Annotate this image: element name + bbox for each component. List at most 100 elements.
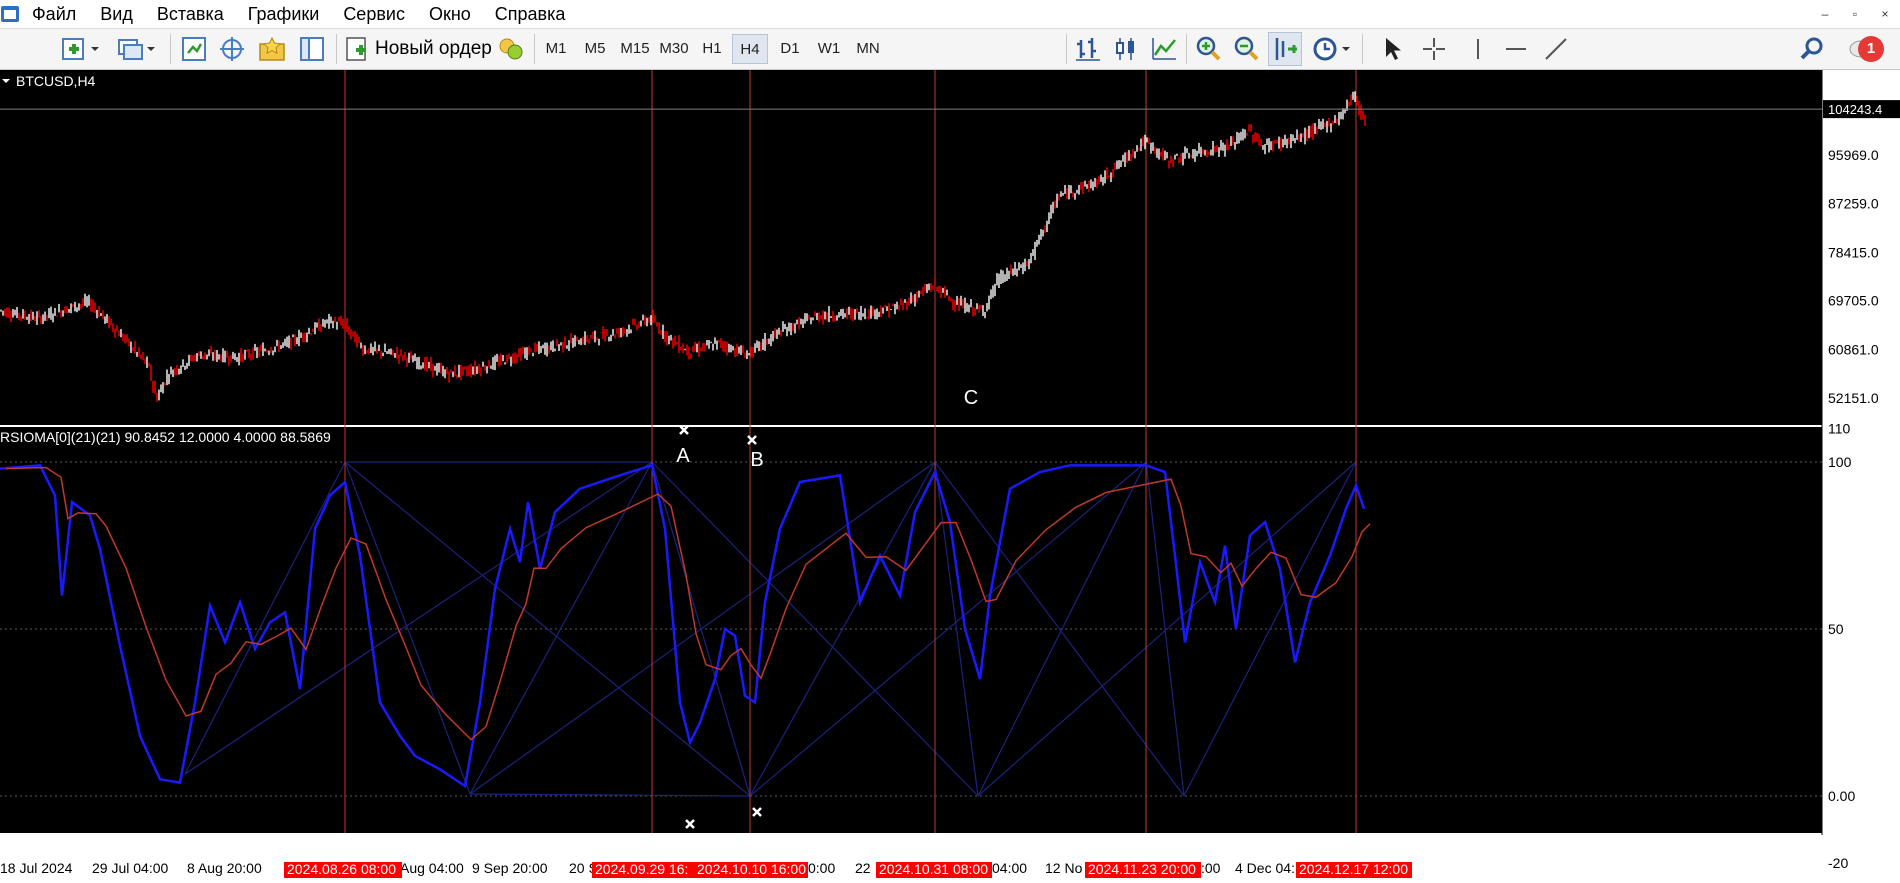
- timeframe-h1[interactable]: H1: [698, 34, 726, 64]
- periods-button[interactable]: [1310, 32, 1354, 66]
- menu-insert[interactable]: Вставка: [145, 0, 236, 28]
- notifications-button[interactable]: 1: [1832, 32, 1892, 66]
- date-axis-label: 9 Sep 20:00: [472, 860, 548, 876]
- cursor-arrow-icon: [1386, 38, 1401, 60]
- candlestick-button[interactable]: [1110, 32, 1142, 66]
- date-axis-label: 0:00: [808, 860, 835, 876]
- favorites-button[interactable]: [256, 32, 288, 66]
- search-icon: [1800, 37, 1823, 60]
- date-axis-label: Aug 04:00: [400, 860, 464, 876]
- line-chart-icon: [1152, 38, 1176, 60]
- menu-window[interactable]: Окно: [417, 0, 483, 28]
- highlighted-date: 2024.10.31 08:00: [879, 861, 988, 877]
- date-axis-label: 12 No: [1045, 860, 1083, 876]
- menu-bar: Файл Вид Вставка Графики Сервис Окно Спр…: [0, 0, 1900, 29]
- price-axis-label: 60861.0: [1828, 342, 1879, 358]
- profiles-button[interactable]: [114, 32, 158, 66]
- menu-tools[interactable]: Сервис: [331, 0, 417, 28]
- timeframe-mn[interactable]: MN: [852, 34, 884, 64]
- current-price-label: 104243.4: [1828, 102, 1882, 117]
- new-chart-button[interactable]: [58, 32, 102, 66]
- vertical-line-tool-button[interactable]: [1464, 32, 1492, 66]
- indicator-point-label-a: A: [682, 837, 696, 859]
- date-axis-label: 8 Aug 20:00: [187, 860, 262, 876]
- toolbar-separator: [1186, 34, 1187, 64]
- main-menu: Файл Вид Вставка Графики Сервис Окно Спр…: [8, 0, 577, 28]
- coins-icon: [499, 38, 523, 60]
- toolbar-separator: [534, 34, 535, 64]
- zoom-out-icon: [1234, 36, 1259, 61]
- market-watch-button[interactable]: [178, 32, 210, 66]
- new-order-label: Новый ордер: [375, 38, 492, 59]
- chart-canvas[interactable]: A B C A B C BTCUSD,H4 RSIOMA[0](21)(21) …: [0, 70, 1900, 883]
- zoom-in-button[interactable]: [1192, 32, 1224, 66]
- date-axis-label: :00: [1201, 860, 1221, 876]
- market-watch-icon: [182, 37, 206, 61]
- price-axis-label: 52151.0: [1828, 390, 1879, 406]
- timeframe-h4[interactable]: H4: [732, 34, 768, 64]
- bar-chart-button[interactable]: [1072, 32, 1104, 66]
- price-axis-label: 78415.0: [1828, 244, 1879, 260]
- timeframe-m30[interactable]: M30: [656, 34, 692, 64]
- restore-button[interactable]: ▫: [1840, 0, 1870, 28]
- horizontal-line-tool-button[interactable]: [1500, 32, 1532, 66]
- zoom-out-button[interactable]: [1230, 32, 1262, 66]
- timeframe-m1[interactable]: M1: [542, 34, 570, 64]
- menu-charts[interactable]: Графики: [236, 0, 332, 28]
- search-button[interactable]: [1796, 32, 1828, 66]
- timeframe-w1[interactable]: W1: [814, 34, 844, 64]
- navigator-button[interactable]: [216, 32, 248, 66]
- indicator-point-label-b: B: [749, 831, 762, 853]
- symbol-label: BTCUSD,H4: [16, 73, 96, 89]
- trendline-icon: [1545, 38, 1567, 60]
- indicator-panel-background: [0, 427, 1822, 833]
- timeframe-d1[interactable]: D1: [776, 34, 804, 64]
- price-panel-background: [0, 70, 1822, 425]
- candlestick-icon: [1116, 38, 1134, 60]
- indicator-axis-label: 110: [1828, 421, 1851, 437]
- indicator-axis-label: 50: [1828, 621, 1844, 637]
- highlighted-date: 2024.11.23 20:00: [1088, 861, 1196, 877]
- indicator-axis-label: 100: [1828, 454, 1852, 470]
- menu-view[interactable]: Вид: [88, 0, 145, 28]
- line-chart-button[interactable]: [1148, 32, 1180, 66]
- toolbar-separator: [1066, 34, 1067, 64]
- toolbar-separator: [1362, 34, 1363, 64]
- highlighted-date: 2024.08.26 08:00: [287, 861, 396, 877]
- close-button[interactable]: ×: [1870, 0, 1900, 28]
- star-folder-icon: [259, 36, 285, 61]
- indicator-axis-label: -20: [1828, 855, 1848, 871]
- crosshair-tool-button[interactable]: [1418, 32, 1450, 66]
- menu-file[interactable]: Файл: [8, 0, 88, 28]
- timeframe-m5[interactable]: M5: [580, 34, 610, 64]
- price-point-label-c: C: [964, 387, 978, 409]
- price-point-label-b: B: [750, 449, 763, 471]
- toolbar: Новый ордер M1 M5 M15 M30 H1 H4 D1 W1 MN: [0, 29, 1900, 70]
- panel-divider[interactable]: [0, 425, 1822, 427]
- date-axis-label: 4 Dec 04:: [1235, 860, 1295, 876]
- trendline-tool-button[interactable]: [1540, 32, 1572, 66]
- highlighted-date: 2024.12.17 12:00: [1299, 861, 1408, 877]
- timeframe-m15[interactable]: M15: [618, 34, 652, 64]
- time-axis-divider: [0, 833, 1822, 835]
- date-axis-label: 18 Jul 2024: [0, 860, 73, 876]
- minimize-button[interactable]: –: [1810, 0, 1840, 28]
- autoscroll-button[interactable]: [1268, 32, 1302, 66]
- window-panel-icon: [300, 37, 324, 61]
- terminal-button[interactable]: [296, 32, 328, 66]
- profiles-icon: [118, 39, 155, 60]
- right-axis-background: [1822, 70, 1900, 883]
- highlighted-date: 2024.10.10 16:00: [697, 861, 806, 877]
- new-chart-icon: [62, 38, 99, 60]
- toolbar-separator: [170, 34, 171, 64]
- vertical-line-icon: [1477, 39, 1479, 59]
- menu-help[interactable]: Справка: [483, 0, 578, 28]
- toolbar-separator: [336, 34, 337, 64]
- cursor-tool-button[interactable]: [1376, 32, 1408, 66]
- bar-chart-icon: [1076, 38, 1100, 61]
- indicator-label: RSIOMA[0](21)(21) 90.8452 12.0000 4.0000…: [0, 429, 331, 445]
- chart-window[interactable]: A B C A B C BTCUSD,H4 RSIOMA[0](21)(21) …: [0, 70, 1900, 883]
- new-order-icon: [346, 37, 366, 61]
- date-axis-label: 04:00: [992, 860, 1027, 876]
- auto-trading-button[interactable]: [494, 32, 528, 66]
